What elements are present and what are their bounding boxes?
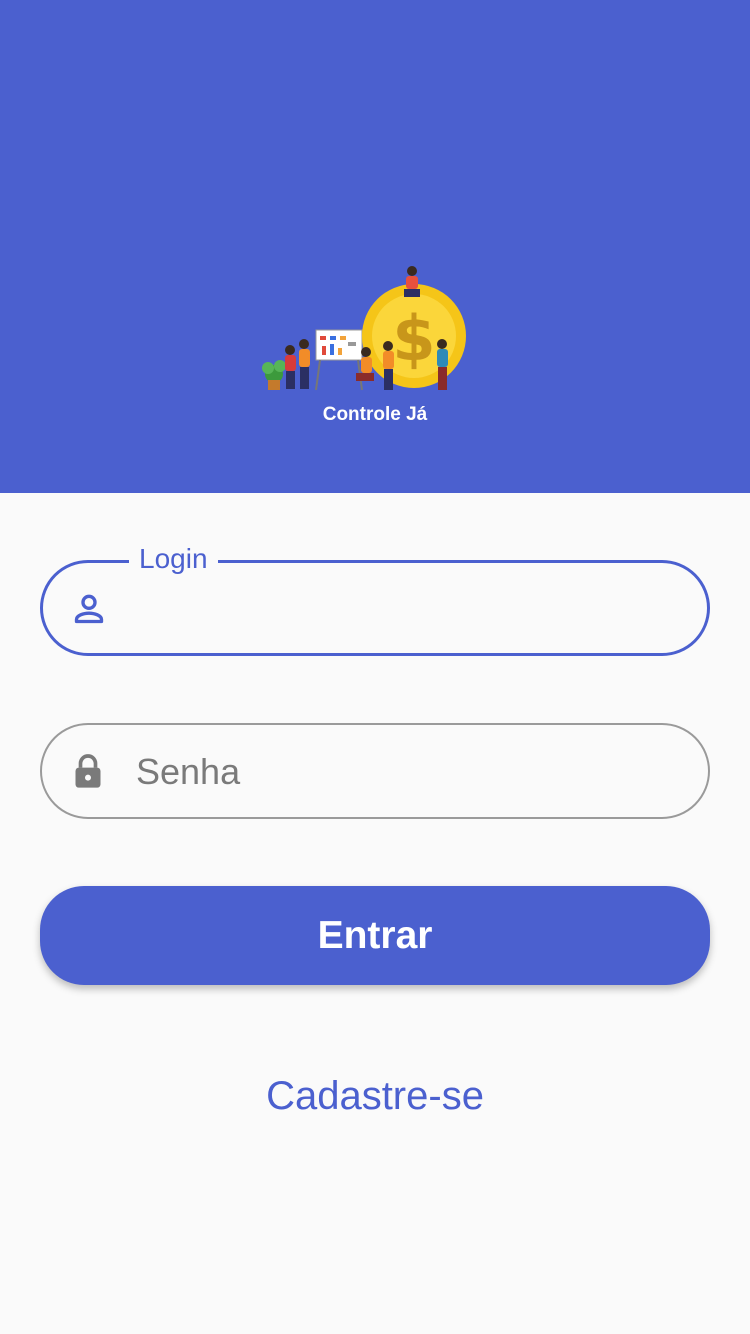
login-input[interactable]: [137, 583, 677, 637]
app-logo: $: [262, 266, 466, 391]
entrar-button[interactable]: Entrar: [40, 886, 710, 985]
senha-field[interactable]: [40, 723, 710, 819]
cadastre-se-link[interactable]: Cadastre-se: [0, 1074, 750, 1119]
login-label: Login: [129, 541, 218, 577]
svg-text:$: $: [392, 302, 435, 375]
lock-icon: [75, 754, 101, 788]
header-banner: $ Controle Já: [0, 0, 750, 493]
logo-text: Controle Já: [322, 404, 428, 425]
person-icon: [74, 594, 104, 624]
senha-input[interactable]: [136, 745, 676, 799]
login-field[interactable]: Login: [40, 541, 710, 656]
